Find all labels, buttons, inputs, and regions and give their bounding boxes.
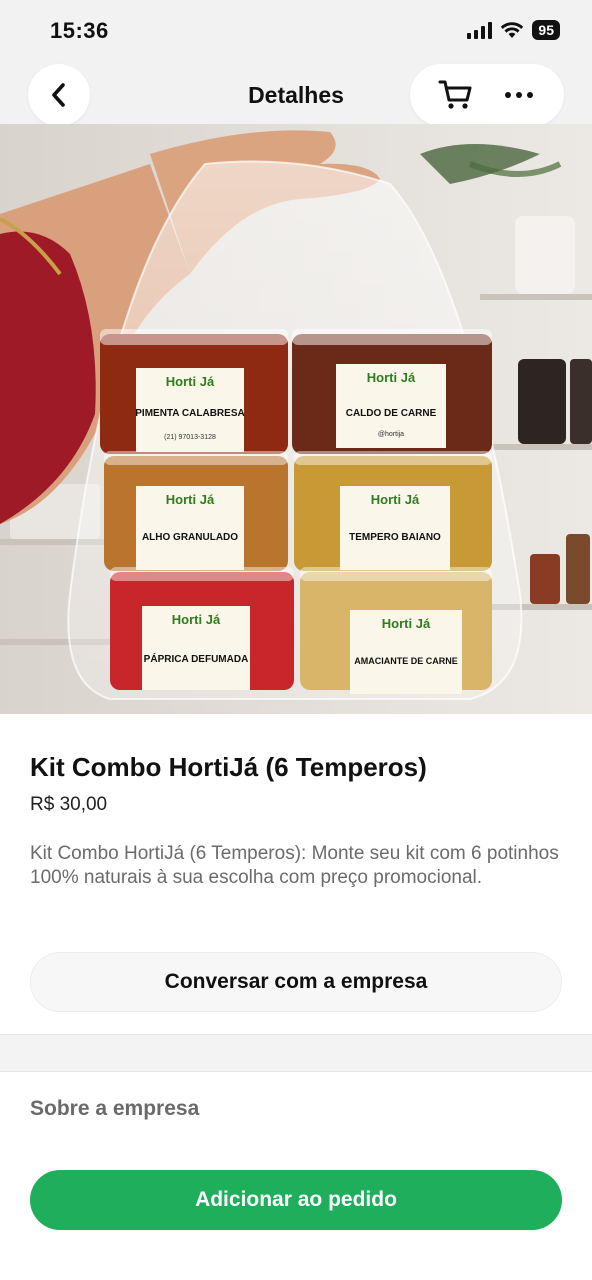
svg-text:Horti Já: Horti Já <box>166 492 215 507</box>
more-options-button[interactable] <box>496 72 542 118</box>
svg-text:Horti Já: Horti Já <box>367 370 416 385</box>
wifi-icon <box>501 22 524 38</box>
cart-icon <box>438 80 471 109</box>
product-price: R$ 30,00 <box>30 794 108 815</box>
nav-actions <box>410 64 564 126</box>
section-divider <box>0 1034 592 1072</box>
jar-label-1: PIMENTA CALABRESA <box>135 408 244 419</box>
product-description: Kit Combo HortiJá (6 Temperos): Monte se… <box>30 843 559 888</box>
svg-text:Horti Já: Horti Já <box>371 492 420 507</box>
status-icons: 95 <box>467 20 560 40</box>
status-bar: 15:36 95 <box>0 0 592 64</box>
jar-label-4: TEMPERO BAIANO <box>349 532 441 543</box>
add-to-order-button[interactable]: Adicionar ao pedido <box>30 1170 562 1230</box>
svg-text:Horti Já: Horti Já <box>382 616 431 631</box>
product-image[interactable]: Horti Já PIMENTA CALABRESA (21) 97013-31… <box>0 124 592 714</box>
svg-text:(21) 97013-3128: (21) 97013-3128 <box>164 434 216 441</box>
jar-label-6: AMACIANTE DE CARNE <box>354 656 458 666</box>
battery-indicator: 95 <box>532 20 560 40</box>
product-photo: Horti Já PIMENTA CALABRESA (21) 97013-31… <box>0 124 592 714</box>
status-time: 15:36 <box>50 18 109 43</box>
cellular-signal-icon <box>467 21 493 39</box>
nav-bar: Detalhes <box>0 64 592 126</box>
cart-button[interactable] <box>433 72 479 118</box>
svg-text:Horti Já: Horti Já <box>166 374 215 389</box>
jar-label-5: PÁPRICA DEFUMADA <box>144 652 249 665</box>
about-company-heading[interactable]: Sobre a empresa <box>30 1097 199 1121</box>
product-title: Kit Combo HortiJá (6 Temperos) <box>30 752 427 782</box>
jar-label-2: CALDO DE CARNE <box>346 408 437 419</box>
svg-text:@hortija: @hortija <box>378 431 404 438</box>
chat-with-company-button[interactable]: Conversar com a empresa <box>30 952 562 1012</box>
svg-text:Horti Já: Horti Já <box>172 612 221 627</box>
more-horizontal-icon <box>504 92 533 98</box>
jar-label-3: ALHO GRANULADO <box>142 532 238 543</box>
